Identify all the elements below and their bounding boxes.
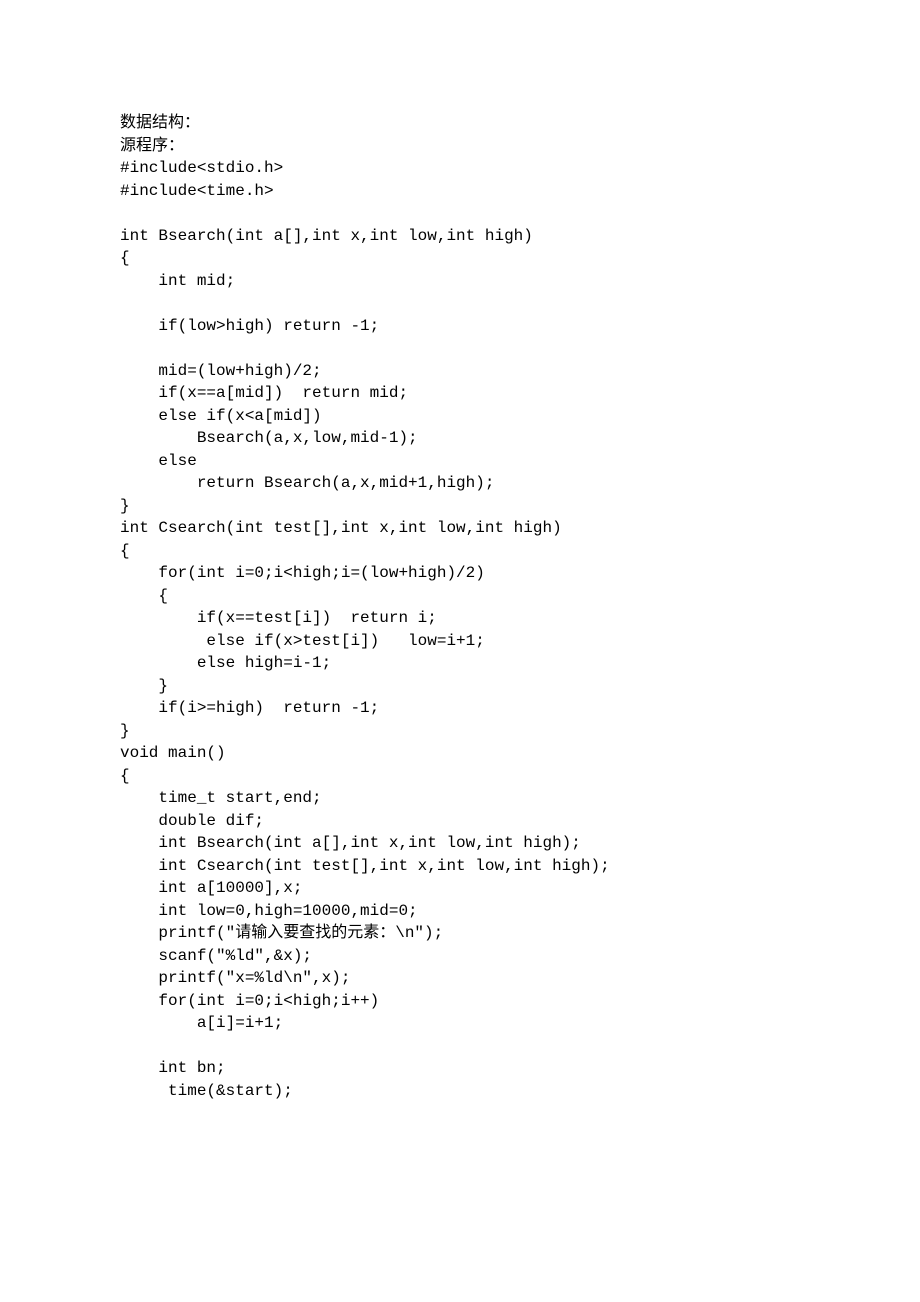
code-line: {	[120, 540, 800, 563]
code-line: void main()	[120, 742, 800, 765]
code-line: int Bsearch(int a[],int x,int low,int hi…	[120, 225, 800, 248]
code-line: else if(x>test[i]) low=i+1;	[120, 630, 800, 653]
code-line: else if(x<a[mid])	[120, 405, 800, 428]
code-line: }	[120, 720, 800, 743]
code-line: {	[120, 585, 800, 608]
code-line: if(x==test[i]) return i;	[120, 607, 800, 630]
code-line: #include<stdio.h>	[120, 157, 800, 180]
code-line: if(i>=high) return -1;	[120, 697, 800, 720]
code-line: {	[120, 247, 800, 270]
code-line	[120, 292, 800, 315]
code-line: time_t start,end;	[120, 787, 800, 810]
code-line	[120, 1035, 800, 1058]
code-line: return Bsearch(a,x,mid+1,high);	[120, 472, 800, 495]
code-line: time(&start);	[120, 1080, 800, 1103]
code-line: for(int i=0;i<high;i=(low+high)/2)	[120, 562, 800, 585]
code-line: int mid;	[120, 270, 800, 293]
code-line: int Csearch(int test[],int x,int low,int…	[120, 855, 800, 878]
code-line: double dif;	[120, 810, 800, 833]
code-line: scanf("%ld",&x);	[120, 945, 800, 968]
code-line: printf("请输入要查找的元素：\n");	[120, 922, 800, 945]
code-line: if(x==a[mid]) return mid;	[120, 382, 800, 405]
code-line: mid=(low+high)/2;	[120, 360, 800, 383]
code-line: }	[120, 495, 800, 518]
code-line: }	[120, 675, 800, 698]
code-line: for(int i=0;i<high;i++)	[120, 990, 800, 1013]
code-line: int Bsearch(int a[],int x,int low,int hi…	[120, 832, 800, 855]
code-line: else	[120, 450, 800, 473]
document-page: 数据结构：源程序：#include<stdio.h>#include<time.…	[0, 0, 920, 1302]
code-line: 数据结构：	[120, 112, 800, 135]
code-line	[120, 202, 800, 225]
code-line: int bn;	[120, 1057, 800, 1080]
code-line: int a[10000],x;	[120, 877, 800, 900]
code-line: int Csearch(int test[],int x,int low,int…	[120, 517, 800, 540]
code-line	[120, 337, 800, 360]
code-line: Bsearch(a,x,low,mid-1);	[120, 427, 800, 450]
code-line: int low=0,high=10000,mid=0;	[120, 900, 800, 923]
code-line: if(low>high) return -1;	[120, 315, 800, 338]
code-line: #include<time.h>	[120, 180, 800, 203]
code-line: 源程序：	[120, 135, 800, 158]
code-line: a[i]=i+1;	[120, 1012, 800, 1035]
code-line: {	[120, 765, 800, 788]
code-line: else high=i-1;	[120, 652, 800, 675]
code-line: printf("x=%ld\n",x);	[120, 967, 800, 990]
